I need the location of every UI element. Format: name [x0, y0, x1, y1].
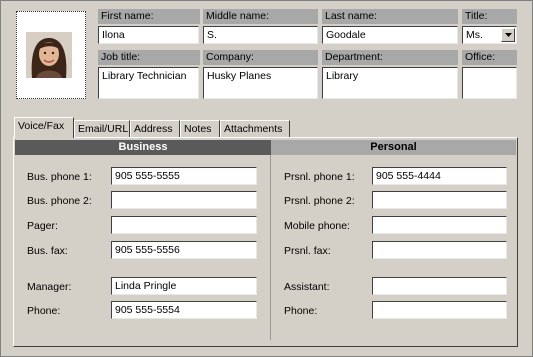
- job-title-label: Job title:: [98, 50, 200, 65]
- prsnl-fax-input[interactable]: [372, 241, 507, 259]
- bus-phone2-input[interactable]: [111, 191, 257, 209]
- personal-header: Personal: [271, 140, 516, 155]
- assistant-input[interactable]: [372, 277, 507, 295]
- first-name-input[interactable]: Ilona: [98, 26, 199, 44]
- prsnl-fax-label: Prsnl. fax:: [284, 245, 331, 257]
- tab-notes[interactable]: Notes: [180, 120, 220, 137]
- manager-phone-input[interactable]: 905 555-5554: [111, 301, 257, 319]
- first-name-label: First name:: [98, 9, 200, 24]
- company-input[interactable]: Husky Planes: [203, 67, 318, 99]
- contact-photo: [26, 32, 72, 78]
- chevron-down-icon: [505, 33, 512, 37]
- mobile-phone-input[interactable]: [372, 216, 507, 234]
- last-name-label: Last name:: [322, 9, 458, 24]
- business-header: Business: [15, 140, 271, 155]
- tab-voice-fax[interactable]: Voice/Fax: [14, 117, 74, 138]
- prsnl-phone1-label: Prsnl. phone 1:: [284, 171, 355, 183]
- manager-input[interactable]: Linda Pringle: [111, 277, 257, 295]
- pager-label: Pager:: [27, 220, 58, 232]
- last-name-input[interactable]: Goodale: [322, 26, 458, 44]
- prsnl-phone1-input[interactable]: 905 555-4444: [372, 167, 507, 185]
- department-label: Department:: [322, 50, 458, 65]
- mobile-phone-label: Mobile phone:: [284, 220, 350, 232]
- prsnl-phone2-input[interactable]: [372, 191, 507, 209]
- title-dropdown-button[interactable]: [501, 28, 515, 42]
- contact-photo-frame[interactable]: [16, 11, 86, 99]
- assistant-phone-label: Phone:: [284, 305, 318, 317]
- bus-phone1-input[interactable]: 905 555-5555: [111, 167, 257, 185]
- manager-phone-label: Phone:: [27, 305, 61, 317]
- pager-input[interactable]: [111, 216, 257, 234]
- assistant-label: Assistant:: [284, 281, 330, 293]
- bus-phone1-label: Bus. phone 1:: [27, 171, 92, 183]
- tab-address[interactable]: Address: [130, 120, 180, 137]
- title-select-value: Ms.: [466, 29, 483, 41]
- tab-email-url[interactable]: Email/URL: [74, 120, 130, 137]
- office-label: Office:: [462, 50, 517, 65]
- office-input[interactable]: [462, 67, 517, 99]
- prsnl-phone2-label: Prsnl. phone 2:: [284, 195, 355, 207]
- manager-label: Manager:: [27, 281, 72, 293]
- job-title-input[interactable]: Library Technician: [98, 67, 199, 99]
- company-label: Company:: [203, 50, 318, 65]
- bus-fax-label: Bus. fax:: [27, 245, 68, 257]
- section-divider: [270, 155, 271, 340]
- bus-phone2-label: Bus. phone 2:: [27, 195, 92, 207]
- middle-name-label: Middle name:: [203, 9, 318, 24]
- department-input[interactable]: Library: [322, 67, 458, 99]
- middle-name-input[interactable]: S.: [203, 26, 318, 44]
- title-label: Title:: [462, 9, 517, 24]
- tab-attachments[interactable]: Attachments: [220, 120, 290, 137]
- bus-fax-input[interactable]: 905 555-5556: [111, 241, 257, 259]
- assistant-phone-input[interactable]: [372, 301, 507, 319]
